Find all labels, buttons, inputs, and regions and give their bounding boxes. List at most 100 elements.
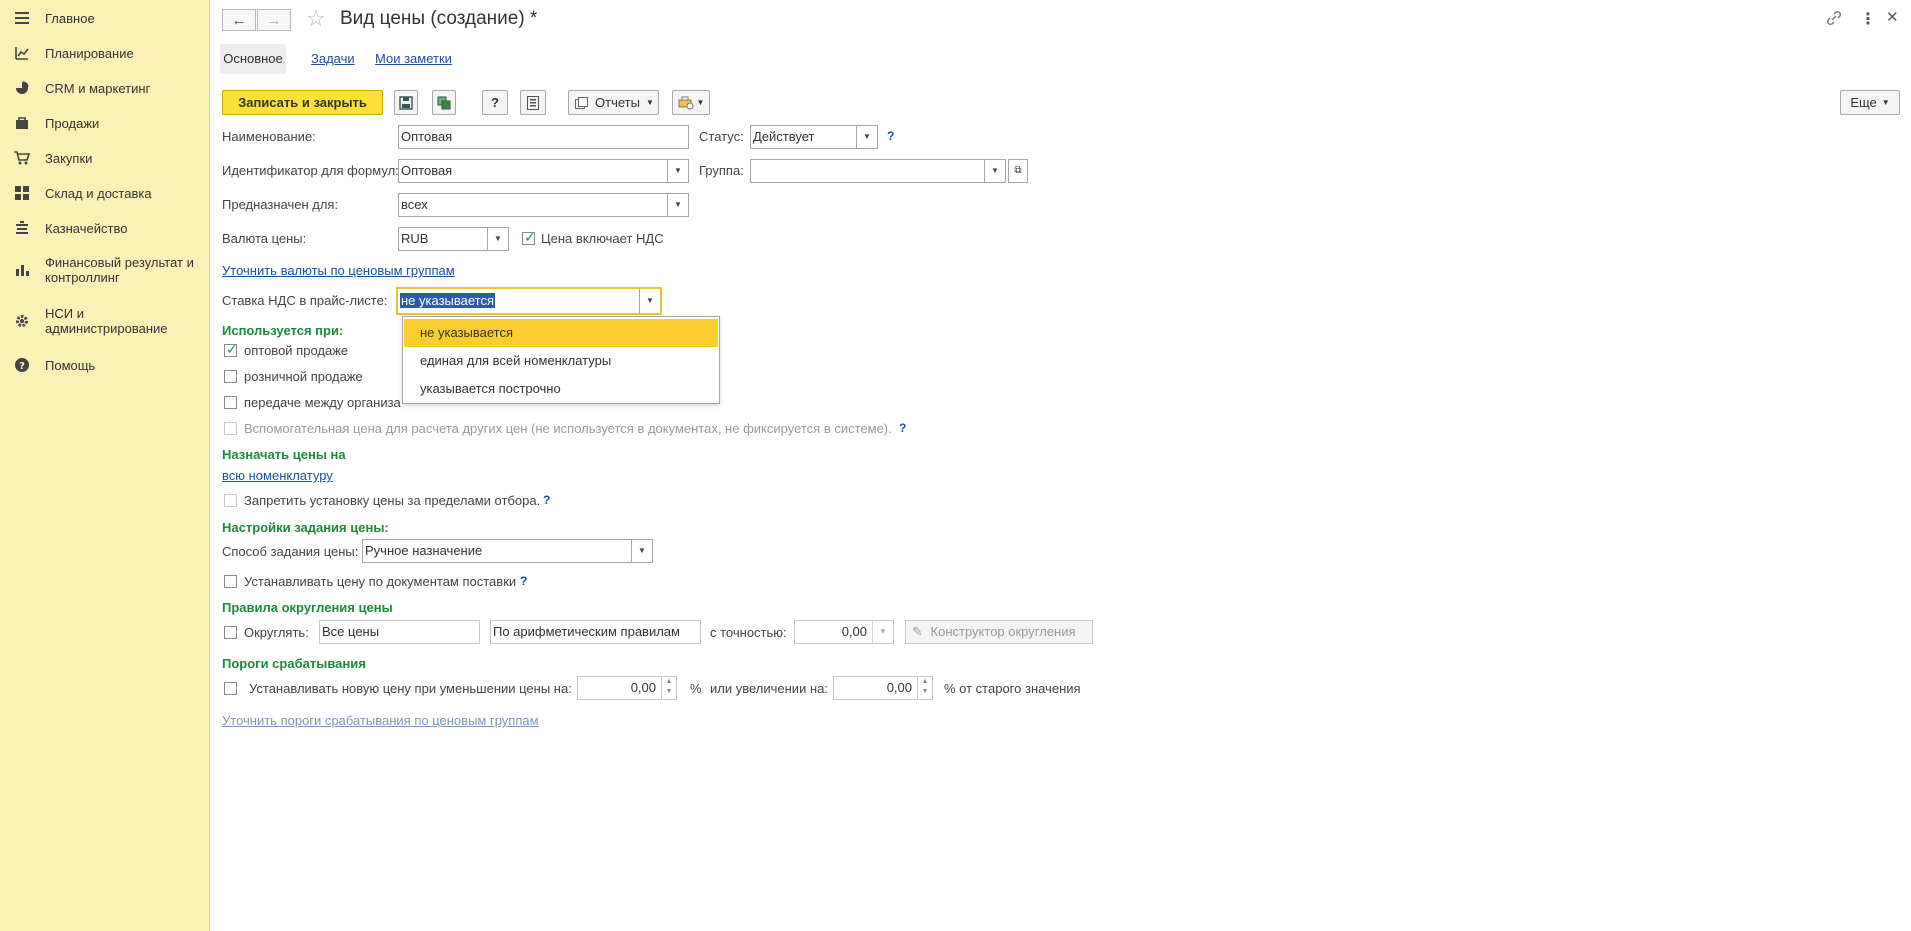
status-select[interactable]: Действует ▼: [750, 125, 878, 149]
open-group-button[interactable]: ⧉: [1008, 159, 1028, 183]
forbid-label: Запретить установку цены за пределами от…: [244, 493, 541, 508]
tab-tasks[interactable]: Задачи: [311, 44, 355, 74]
chevron-down-icon[interactable]: ▼: [487, 228, 508, 250]
tab-main[interactable]: Основное: [220, 44, 286, 74]
sidebar-item-label: Планирование: [45, 45, 134, 61]
chevron-down-icon[interactable]: ▼: [667, 194, 688, 216]
thresholds-section-title: Пороги срабатывания: [222, 656, 366, 671]
sidebar-item-purchases[interactable]: Закупки: [0, 150, 210, 166]
chevron-down-icon[interactable]: ▼: [872, 621, 893, 643]
spinner-icon[interactable]: ▲ ▼: [661, 677, 676, 699]
sidebar-item-crm[interactable]: CRM и маркетинг: [0, 80, 210, 96]
dropdown-option[interactable]: единая для всей номенклатуры: [404, 347, 718, 375]
transfer-checkbox[interactable]: [224, 396, 237, 409]
post-button[interactable]: [432, 90, 456, 115]
by-supply-checkbox[interactable]: [224, 575, 237, 588]
sidebar-item-label: Финансовый результат и контроллинг: [45, 255, 194, 285]
help-button[interactable]: ?: [482, 90, 508, 115]
back-button[interactable]: ←: [222, 9, 256, 31]
sidebar-item-planning[interactable]: Планирование: [0, 45, 210, 61]
svg-text:?: ?: [19, 361, 25, 372]
reports-button[interactable]: Отчеты ▼: [568, 90, 659, 115]
sidebar-item-label: Закупки: [45, 150, 93, 166]
vat-included-checkbox[interactable]: ✓: [522, 229, 536, 245]
decrease-input[interactable]: 0,00 ▲ ▼: [577, 676, 677, 700]
list-button[interactable]: [520, 90, 546, 115]
name-input[interactable]: Оптовая: [398, 125, 689, 149]
intended-label: Предназначен для:: [222, 197, 339, 212]
help-question-icon[interactable]: ?: [520, 574, 527, 588]
save-close-button[interactable]: Записать и закрыть: [222, 90, 383, 115]
group-input[interactable]: ▼: [750, 159, 1006, 183]
save-button[interactable]: [394, 90, 418, 115]
round-checkbox[interactable]: [224, 626, 237, 639]
chevron-down-icon[interactable]: ▼: [984, 160, 1005, 182]
chevron-down-icon[interactable]: ▼: [856, 126, 877, 148]
precision-value: 0,00: [841, 624, 867, 639]
method-select[interactable]: Ручное назначение ▼: [362, 539, 653, 563]
auxiliary-checkbox[interactable]: [224, 422, 237, 435]
vat-rate-select[interactable]: не указывается ▼: [396, 287, 662, 315]
more-vertical-icon[interactable]: ⋮: [1860, 9, 1876, 29]
thresholds-link[interactable]: Уточнить пороги срабатывания по ценовым …: [222, 713, 539, 728]
forward-button[interactable]: →: [257, 9, 291, 31]
chevron-down-icon: ▼: [645, 98, 654, 107]
star-icon[interactable]: ☆: [306, 6, 326, 32]
round-all-field[interactable]: Все цены: [319, 620, 480, 644]
formula-id-input[interactable]: Оптовая ▼: [398, 159, 689, 183]
increase-input[interactable]: 0,00 ▲ ▼: [833, 676, 933, 700]
sidebar-item-treasury[interactable]: Казначейство: [0, 220, 210, 236]
print-menu-button[interactable]: ▼: [672, 90, 710, 115]
menu-icon: [14, 10, 30, 26]
sidebar-item-warehouse[interactable]: Склад и доставка: [0, 185, 210, 201]
sidebar-item-label: Главное: [45, 10, 95, 26]
vat-included-label: Цена включает НДС: [541, 231, 664, 246]
sidebar-item-label: Склад и доставка: [45, 185, 152, 201]
wholesale-label: оптовой продаже: [244, 343, 349, 358]
sidebar-item-label: НСИ и администрирование: [45, 306, 168, 336]
chevron-down-icon[interactable]: ▼: [667, 160, 688, 182]
crm-icon: [14, 80, 30, 96]
close-icon[interactable]: ✕: [1886, 8, 1899, 26]
link-icon[interactable]: [1826, 10, 1842, 29]
arrow-left-icon: ←: [231, 11, 247, 29]
wholesale-checkbox[interactable]: ✓: [224, 341, 238, 357]
dropdown-option[interactable]: не указывается: [404, 319, 718, 347]
help-question-icon[interactable]: ?: [887, 129, 894, 143]
status-label: Статус:: [699, 129, 744, 144]
intended-value: всех: [401, 197, 428, 212]
gear-icon: [14, 313, 30, 329]
help-question-icon[interactable]: ?: [543, 493, 550, 507]
sidebar-item-help[interactable]: ? Помощь: [0, 357, 210, 373]
tab-notes[interactable]: Мои заметки: [375, 44, 452, 74]
round-rule-field[interactable]: По арифметическим правилам: [490, 620, 701, 644]
round-constructor-button[interactable]: ✎ Конструктор округления: [905, 620, 1093, 644]
assign-nomenclature-link[interactable]: всю номенклатуру: [222, 468, 333, 483]
spinner-icon[interactable]: ▲ ▼: [917, 677, 932, 699]
by-supply-label: Устанавливать цену по документам поставк…: [244, 574, 517, 589]
sidebar-item-main[interactable]: Главное: [0, 10, 210, 26]
printer-icon: [678, 96, 694, 109]
sidebar-item-sales[interactable]: Продажи: [0, 115, 210, 131]
sidebar-item-finance[interactable]: Финансовый результат и контроллинг: [0, 255, 210, 285]
more-button[interactable]: Еще ▼: [1840, 90, 1900, 115]
retail-checkbox[interactable]: [224, 370, 237, 383]
chevron-down-icon[interactable]: ▼: [639, 289, 660, 313]
precision-select[interactable]: 0,00 ▼: [794, 620, 894, 644]
intended-select[interactable]: всех ▼: [398, 193, 689, 217]
dropdown-option[interactable]: указывается построчно: [404, 375, 718, 403]
currency-value: RUB: [401, 231, 429, 246]
sidebar-item-admin[interactable]: НСИ и администрирование: [0, 306, 210, 336]
currency-select[interactable]: RUB ▼: [398, 227, 509, 251]
threshold-label: Устанавливать новую цену при уменьшении …: [249, 681, 572, 696]
chevron-down-icon: ▼: [696, 98, 705, 107]
transfer-label: передаче между организа: [244, 395, 401, 410]
reports-label: Отчеты: [595, 95, 640, 110]
help-question-icon[interactable]: ?: [899, 421, 906, 435]
formula-id-value: Оптовая: [401, 163, 453, 178]
specify-currency-link[interactable]: Уточнить валюты по ценовым группам: [222, 263, 455, 278]
name-label: Наименование:: [222, 129, 316, 144]
chevron-down-icon[interactable]: ▼: [631, 540, 652, 562]
threshold-checkbox[interactable]: [224, 682, 237, 695]
forbid-checkbox[interactable]: [224, 494, 237, 507]
